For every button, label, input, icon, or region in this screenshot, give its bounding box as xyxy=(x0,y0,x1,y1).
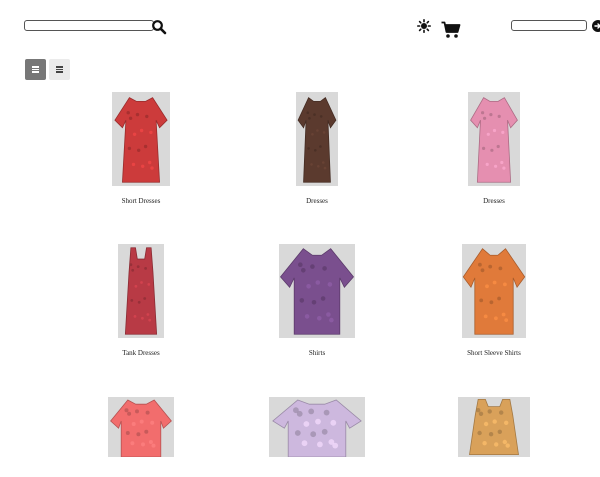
product-image[interactable] xyxy=(458,397,530,457)
product-label[interactable]: Tank Dresses xyxy=(81,349,201,358)
product-image[interactable] xyxy=(269,397,365,457)
grid-view-icon xyxy=(32,66,39,73)
product-image[interactable] xyxy=(118,244,164,338)
product-card[interactable]: Short Sleeve Shirts xyxy=(434,244,554,358)
cart-icon[interactable] xyxy=(441,21,461,39)
sun-icon[interactable] xyxy=(417,19,431,33)
list-view-button[interactable] xyxy=(49,59,70,80)
product-card[interactable]: Dresses xyxy=(257,92,377,206)
product-label[interactable]: Short Sleeve Shirts xyxy=(434,349,554,358)
product-image[interactable] xyxy=(112,92,170,186)
product-card[interactable] xyxy=(257,397,377,477)
product-image[interactable] xyxy=(468,92,520,186)
product-label[interactable]: Shirts xyxy=(257,349,377,358)
product-label[interactable]: Dresses xyxy=(434,197,554,206)
arrow-circle-icon[interactable] xyxy=(591,19,600,33)
product-card[interactable] xyxy=(81,397,201,477)
product-image[interactable] xyxy=(296,92,338,186)
selector-box[interactable] xyxy=(511,20,587,31)
search-input[interactable] xyxy=(24,20,154,31)
product-card[interactable]: Shirts xyxy=(257,244,377,358)
product-label[interactable]: Dresses xyxy=(257,197,377,206)
product-card[interactable]: Short Dresses xyxy=(81,92,201,206)
search-icon[interactable] xyxy=(151,19,167,35)
grid-view-button[interactable] xyxy=(25,59,46,80)
product-image[interactable] xyxy=(108,397,174,457)
list-view-icon xyxy=(56,66,63,73)
product-card[interactable]: Dresses xyxy=(434,92,554,206)
product-image[interactable] xyxy=(462,244,526,338)
product-label[interactable]: Short Dresses xyxy=(81,197,201,206)
product-card[interactable] xyxy=(434,397,554,477)
product-card[interactable]: Tank Dresses xyxy=(81,244,201,358)
product-image[interactable] xyxy=(279,244,355,338)
